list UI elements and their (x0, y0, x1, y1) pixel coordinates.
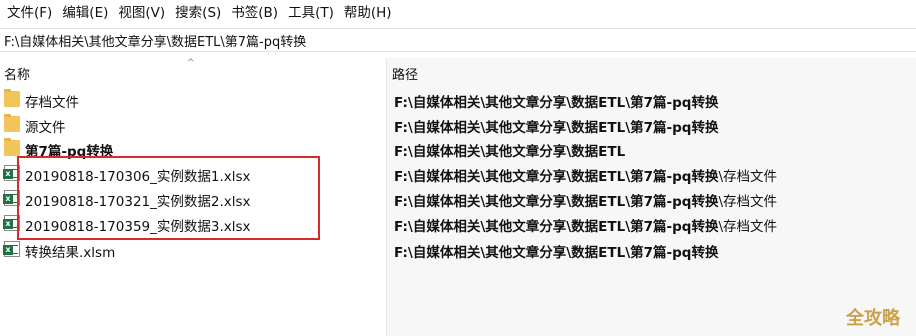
excel-badge: x (3, 219, 13, 229)
list-item[interactable]: x 转换结果.xlsm F:\自媒体相关\其他文章分享\数据ETL\第7篇-pq… (0, 237, 916, 262)
excel-file-icon: x (3, 241, 20, 257)
address-bar[interactable]: F:\自媒体相关\其他文章分享\数据ETL\第7篇-pq转换 (0, 28, 916, 52)
menu-help[interactable]: 帮助(H) (341, 0, 399, 26)
excel-badge: x (3, 245, 13, 255)
menu-bookmarks[interactable]: 书签(B) (228, 0, 285, 26)
list-item[interactable]: 存档文件 F:\自媒体相关\其他文章分享\数据ETL\第7篇-pq转换 (0, 87, 916, 112)
menu-bar: 文件(F) 编辑(E) 视图(V) 搜索(S) 书签(B) 工具(T) 帮助(H… (0, 0, 916, 26)
menu-search[interactable]: 搜索(S) (172, 0, 228, 26)
folder-icon (4, 138, 20, 156)
file-path: F:\自媒体相关\其他文章分享\数据ETL\第7篇-pq转换\存档文件 (394, 169, 778, 185)
menu-edit[interactable]: 编辑(E) (59, 0, 115, 26)
folder-icon (4, 114, 20, 132)
highlight-annotation (17, 156, 320, 240)
column-header-name[interactable]: 名称 (4, 64, 30, 83)
menu-file[interactable]: 文件(F) (4, 0, 59, 26)
excel-badge: x (3, 194, 13, 204)
sort-ascending-icon: ^ (187, 58, 195, 68)
menu-view[interactable]: 视图(V) (115, 0, 172, 26)
file-path: F:\自媒体相关\其他文章分享\数据ETL\第7篇-pq转换\存档文件 (394, 219, 778, 235)
file-name: 存档文件 (25, 95, 79, 111)
folder-icon (4, 89, 20, 107)
file-path: F:\自媒体相关\其他文章分享\数据ETL\第7篇-pq转换\存档文件 (394, 194, 778, 210)
file-path: F:\自媒体相关\其他文章分享\数据ETL\第7篇-pq转换 (394, 95, 719, 111)
file-path: F:\自媒体相关\其他文章分享\数据ETL (394, 144, 626, 160)
column-header-row: 名称 ^ (0, 58, 916, 86)
file-path: F:\自媒体相关\其他文章分享\数据ETL\第7篇-pq转换 (394, 245, 719, 261)
excel-badge: x (3, 169, 13, 179)
menu-tools[interactable]: 工具(T) (285, 0, 341, 26)
address-path: F:\自媒体相关\其他文章分享\数据ETL\第7篇-pq转换 (4, 34, 307, 50)
watermark: 全攻略 (846, 308, 900, 329)
file-path: F:\自媒体相关\其他文章分享\数据ETL\第7篇-pq转换 (394, 120, 719, 136)
list-item[interactable]: 源文件 F:\自媒体相关\其他文章分享\数据ETL\第7篇-pq转换 (0, 112, 916, 137)
file-name: 源文件 (25, 120, 66, 136)
column-header-path[interactable]: 路径 (392, 64, 418, 83)
file-name: 转换结果.xlsm (25, 245, 116, 261)
